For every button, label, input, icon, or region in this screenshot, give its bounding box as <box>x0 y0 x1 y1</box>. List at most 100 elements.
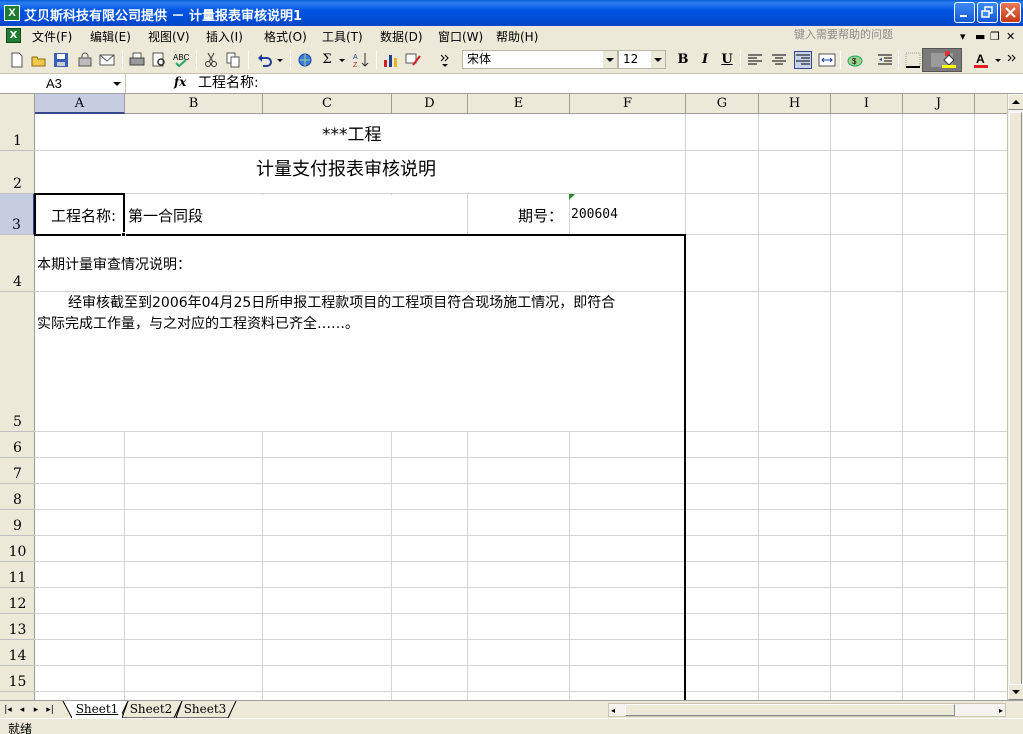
font-size-dropdown-icon[interactable] <box>651 51 665 68</box>
undo-icon[interactable] <box>256 51 274 69</box>
horizontal-scroll-thumb[interactable] <box>625 704 955 716</box>
row-header[interactable]: 13 <box>0 614 35 640</box>
column-header-c[interactable]: C <box>263 94 392 114</box>
column-header-j[interactable]: J <box>903 94 975 114</box>
drawing-icon[interactable] <box>404 51 422 69</box>
first-sheet-icon[interactable]: |◂ <box>2 703 14 717</box>
print-preview-icon[interactable] <box>150 51 168 69</box>
print-icon[interactable] <box>128 51 146 69</box>
menu-file[interactable]: 文件(F) <box>32 28 72 45</box>
row-header[interactable]: 11 <box>0 562 35 588</box>
scroll-down-icon[interactable] <box>1008 684 1023 700</box>
hyperlink-icon[interactable] <box>296 51 314 69</box>
next-sheet-icon[interactable]: ▸ <box>30 703 42 717</box>
font-name-dropdown-icon[interactable] <box>603 51 617 68</box>
menu-format[interactable]: 格式(O) <box>264 28 307 45</box>
row-header[interactable]: 3 <box>0 194 35 235</box>
open-icon[interactable] <box>30 51 48 69</box>
restore-button[interactable] <box>977 2 998 23</box>
menu-help[interactable]: 帮助(H) <box>496 28 538 45</box>
email-icon[interactable] <box>98 51 116 69</box>
bold-button[interactable]: B <box>674 51 692 69</box>
select-all-corner[interactable] <box>0 94 35 114</box>
excel-icon[interactable]: X <box>4 5 20 21</box>
name-box[interactable]: A3 <box>0 74 126 93</box>
column-header-i[interactable]: I <box>831 94 903 114</box>
row-header[interactable]: 9 <box>0 510 35 536</box>
name-box-dropdown-icon[interactable] <box>113 82 121 86</box>
insert-function-icon[interactable]: fx <box>174 75 186 89</box>
active-cell-a3[interactable] <box>34 193 125 236</box>
prev-sheet-icon[interactable]: ◂ <box>16 703 28 717</box>
borders-icon[interactable] <box>904 51 922 69</box>
fill-handle[interactable] <box>121 232 126 237</box>
row-header[interactable]: 15 <box>0 666 35 692</box>
chart-wizard-icon[interactable] <box>382 51 400 69</box>
doc-restore-icon[interactable]: ❐ <box>990 30 1000 43</box>
row-header[interactable]: 5 <box>0 292 35 432</box>
align-right-icon[interactable] <box>794 51 812 69</box>
save-icon[interactable] <box>52 51 70 69</box>
spelling-icon[interactable]: ABC <box>172 51 190 69</box>
workbook-icon[interactable]: X <box>6 28 21 43</box>
row-header[interactable]: 1 <box>0 114 35 151</box>
new-icon[interactable] <box>8 51 26 69</box>
font-name-select[interactable]: 宋体 <box>462 50 618 69</box>
row-header[interactable]: 4 <box>0 235 35 292</box>
sheet-tab-sheet3[interactable]: Sheet3 <box>180 701 230 718</box>
menu-data[interactable]: 数据(D) <box>380 28 423 45</box>
row-header[interactable]: 6 <box>0 432 35 458</box>
menu-tools[interactable]: 工具(T) <box>322 28 363 45</box>
menu-edit[interactable]: 编辑(E) <box>90 28 131 45</box>
underline-button[interactable]: U <box>718 51 736 69</box>
horizontal-scrollbar[interactable]: ◂ ▸ <box>608 703 1006 717</box>
doc-minimize-icon[interactable]: ▬ <box>975 30 985 43</box>
column-header-g[interactable]: G <box>686 94 759 114</box>
copy-icon[interactable] <box>224 51 242 69</box>
row-header[interactable]: 8 <box>0 484 35 510</box>
vertical-scrollbar[interactable] <box>1007 94 1023 700</box>
currency-icon[interactable]: $ <box>846 51 864 69</box>
autosum-dropdown-icon[interactable] <box>338 51 346 69</box>
font-color-dropdown-icon[interactable] <box>994 51 1002 69</box>
formula-input[interactable]: 工程名称: <box>198 75 259 92</box>
font-size-select[interactable]: 12 <box>618 50 666 69</box>
row-header[interactable]: 2 <box>0 151 35 194</box>
cell-area[interactable]: ***工程 计量支付报表审核说明 工程名称: 第一合同段 期号： 200604 … <box>34 114 1007 700</box>
minimize-button[interactable] <box>954 2 975 23</box>
decrease-indent-icon[interactable] <box>876 51 894 69</box>
scroll-right-icon[interactable]: ▸ <box>999 706 1003 715</box>
column-header-a[interactable]: A <box>35 94 125 114</box>
column-header-b[interactable]: B <box>125 94 263 114</box>
row-header[interactable]: 7 <box>0 458 35 484</box>
scroll-up-icon[interactable] <box>1008 94 1023 110</box>
row-header[interactable]: 12 <box>0 588 35 614</box>
permission-icon[interactable] <box>76 51 94 69</box>
toolbar-overflow-icon[interactable] <box>1006 51 1018 69</box>
help-dropdown-icon[interactable]: ▾ <box>960 30 966 43</box>
sort-ascending-icon[interactable]: AZ <box>352 51 370 69</box>
sheet-tab-sheet1[interactable]: Sheet1 <box>72 701 122 718</box>
align-left-icon[interactable] <box>746 51 764 69</box>
sheet-tab-sheet2[interactable]: Sheet2 <box>126 701 176 718</box>
doc-close-icon[interactable]: ✕ <box>1006 30 1015 43</box>
column-header-d[interactable]: D <box>392 94 468 114</box>
column-header-h[interactable]: H <box>759 94 831 114</box>
menu-view[interactable]: 视图(V) <box>148 28 190 45</box>
merge-center-icon[interactable] <box>818 51 836 69</box>
align-center-icon[interactable] <box>770 51 788 69</box>
autosum-icon[interactable]: Σ <box>318 51 336 69</box>
menu-window[interactable]: 窗口(W) <box>438 28 483 45</box>
close-button[interactable] <box>1000 2 1021 23</box>
undo-dropdown-icon[interactable] <box>276 51 284 69</box>
column-header-e[interactable]: E <box>468 94 570 114</box>
fill-color-icon[interactable] <box>940 51 958 69</box>
last-sheet-icon[interactable]: ▸| <box>44 703 56 717</box>
column-header-f[interactable]: F <box>570 94 686 114</box>
menu-insert[interactable]: 插入(I) <box>206 28 243 45</box>
help-question-input[interactable]: 键入需要帮助的问题 <box>790 27 910 44</box>
vertical-scroll-thumb[interactable] <box>1009 112 1022 692</box>
italic-button[interactable]: I <box>696 51 714 69</box>
toolbar-options-icon[interactable] <box>440 51 450 69</box>
scroll-left-icon[interactable]: ◂ <box>611 706 615 715</box>
